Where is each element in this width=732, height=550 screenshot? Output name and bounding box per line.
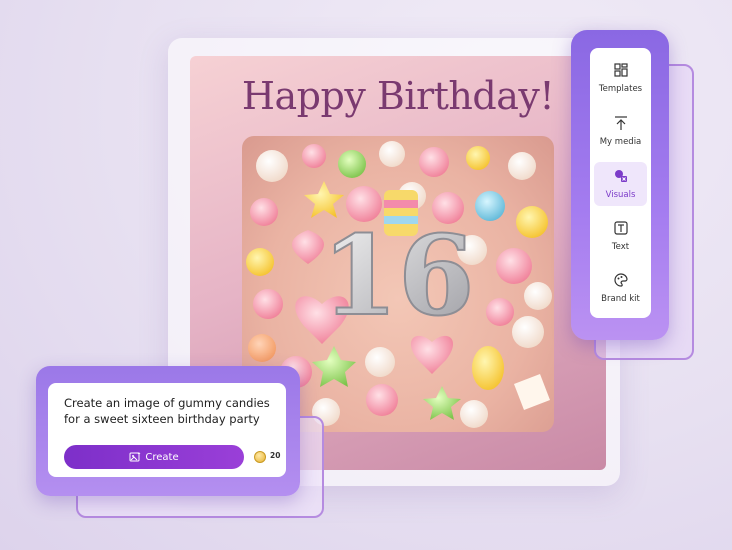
- toolbar-item-label: Text: [611, 242, 630, 252]
- credits-count: 20: [270, 451, 281, 460]
- toolbar-item-label: Templates: [598, 84, 643, 94]
- templates-icon: [613, 63, 628, 77]
- coin-icon: [254, 451, 266, 463]
- toolbar-item-templates[interactable]: Templates: [594, 56, 647, 100]
- toolbar-item-label: Visuals: [605, 190, 636, 200]
- toolbar-item-label: Brand kit: [601, 294, 640, 304]
- toolbar-item-brand-kit[interactable]: Brand kit: [594, 266, 647, 310]
- toolbar-item-text[interactable]: Text: [594, 214, 647, 258]
- card-title[interactable]: Happy Birthday!: [190, 74, 606, 118]
- upload-icon: [614, 116, 627, 130]
- prompt-panel: Create an image of gummy candies for a s…: [48, 383, 286, 477]
- visuals-icon: [614, 170, 627, 182]
- text-icon: [613, 221, 628, 235]
- toolbar-item-label: My media: [599, 137, 642, 147]
- prompt-input[interactable]: Create an image of gummy candies for a s…: [64, 395, 278, 427]
- image-create-icon: [129, 452, 141, 462]
- toolbar-item-visuals[interactable]: Visuals: [594, 162, 647, 206]
- side-toolbar: Templates My media Visuals Text Brand ki…: [590, 48, 651, 318]
- palette-icon: [613, 273, 628, 287]
- create-button-label: Create: [145, 451, 179, 463]
- number-16: 16: [321, 211, 474, 340]
- create-button[interactable]: Create: [64, 445, 244, 469]
- toolbar-item-my-media[interactable]: My media: [594, 109, 647, 153]
